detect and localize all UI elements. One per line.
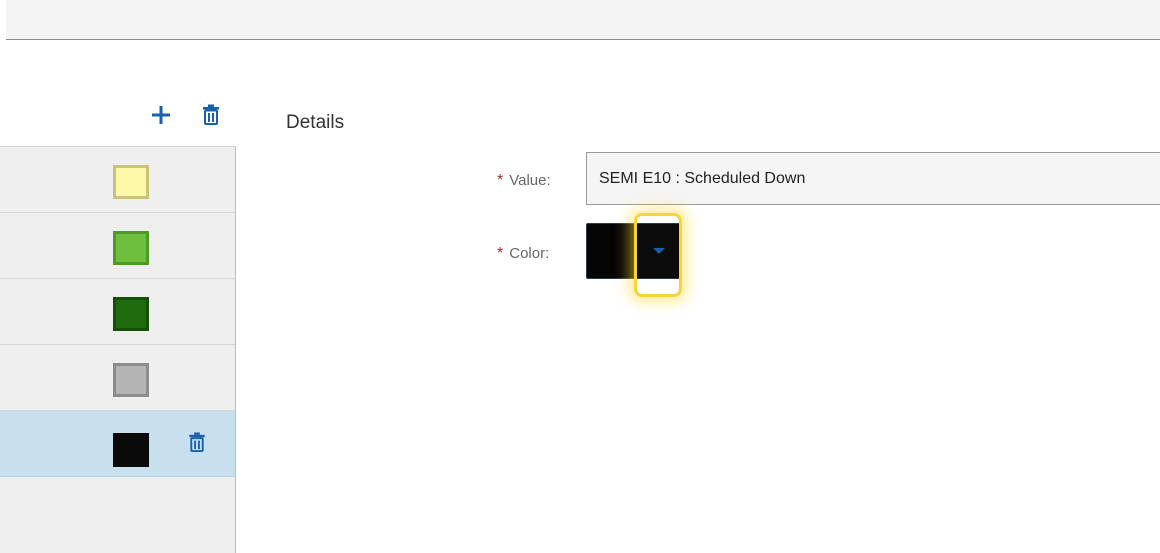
required-marker: * [497,245,504,262]
color-swatch [113,297,149,331]
trash-icon-svg [203,104,219,125]
required-marker: * [497,172,504,189]
details-title: Details [286,112,345,133]
color-swatch [113,433,149,467]
list-item[interactable] [0,147,235,213]
color-picker[interactable] [586,223,682,279]
color-swatch [113,231,149,265]
plus-icon-svg [152,106,170,124]
color-label-group: * Color: [497,245,549,263]
list-item-selected[interactable] [0,411,235,477]
caret-down-icon [653,248,665,254]
trash-icon-svg [189,432,205,452]
list-item[interactable] [0,213,235,279]
add-icon[interactable] [149,103,173,127]
trash-icon[interactable] [188,432,206,452]
color-list [0,146,236,553]
value-label-group: * Value: [497,172,551,190]
top-bar-edge [0,0,6,40]
color-swatch [113,363,149,397]
value-input[interactable] [586,152,1160,205]
list-item[interactable] [0,279,235,345]
color-dropdown-button[interactable] [636,224,682,278]
trash-icon[interactable] [202,104,220,125]
color-swatch [113,165,149,199]
color-label: Color: [509,245,550,262]
top-bar [0,0,1160,40]
list-item[interactable] [0,345,235,411]
value-label: Value: [509,172,551,189]
